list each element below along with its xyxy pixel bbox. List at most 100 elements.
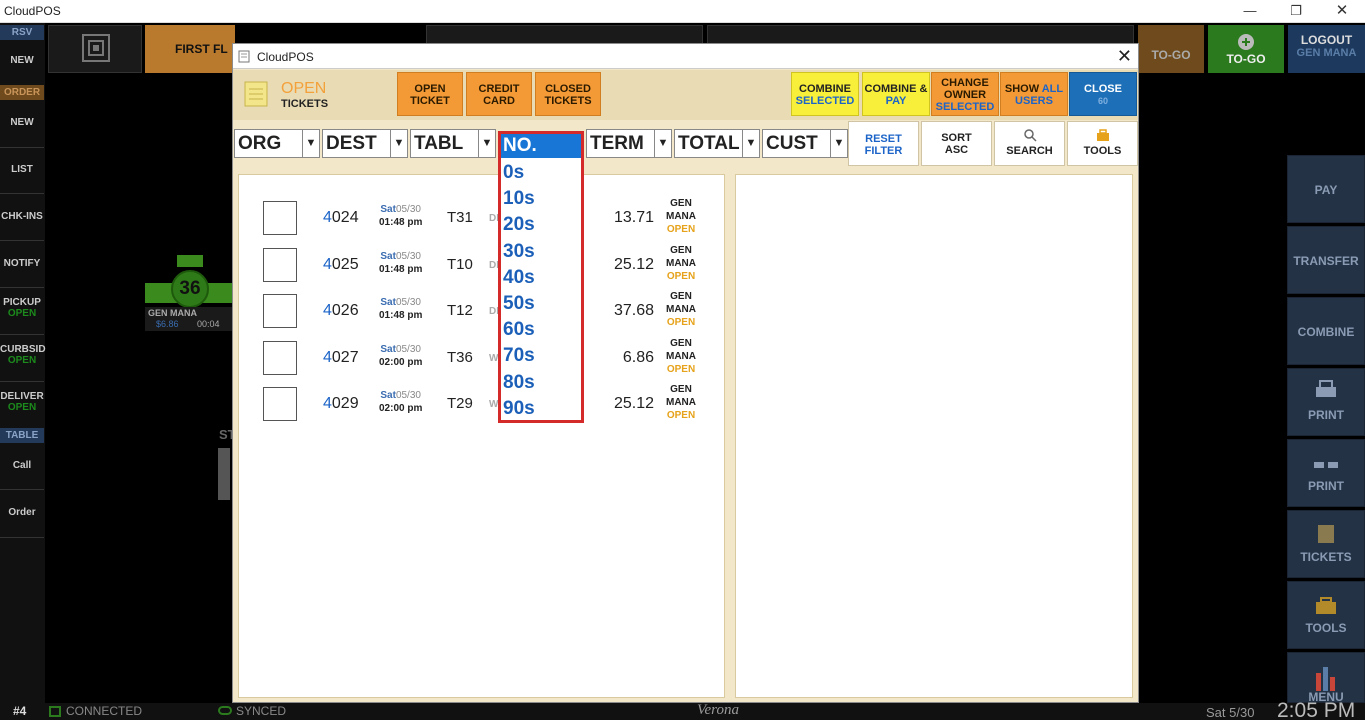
filter-cust-select[interactable]: CUST ▼ [762,129,848,158]
search-button[interactable]: SEARCH [994,121,1065,166]
tickets-button[interactable]: TICKETS [1287,510,1365,578]
floor-plan-button[interactable] [48,25,142,73]
print-all-label: PRINT [1308,479,1344,493]
menu-button[interactable]: MENU [1287,652,1365,703]
dropdown-option[interactable]: 40s [503,267,535,289]
close-icon[interactable]: ✕ [1319,0,1365,23]
ticket-select-checkbox[interactable] [263,247,297,282]
floor-tab[interactable]: FIRST FL [145,25,235,73]
dropdown-selected-option[interactable]: NO. [501,134,581,158]
sidebar-item-list[interactable]: LIST [0,164,44,175]
ticket-select-checkbox[interactable] [263,294,297,328]
chevron-down-icon: ▼ [654,130,671,157]
ticket-table: T36 [447,348,473,366]
btn-line: PAY [885,95,907,107]
sidebar-item-order-new[interactable]: NEW [0,117,44,128]
filter-dest-select[interactable]: DEST ▼ [322,129,408,158]
filter-total-select[interactable]: TOTAL ▼ [674,129,760,158]
dialog-close-icon[interactable]: ✕ [1117,46,1132,67]
minimize-icon[interactable]: — [1227,0,1273,23]
sidebar-item-call[interactable]: Call [0,460,44,471]
floor-plan-icon [82,34,110,62]
filter-org-select[interactable]: ORG ▼ [234,129,320,158]
sidebar-item-pickup[interactable]: PICKUP OPEN [0,297,44,319]
sidebar-item-order[interactable]: Order [0,507,44,518]
pay-button[interactable]: PAY [1287,155,1365,223]
bar-chart-icon [1316,667,1335,691]
ticket-select-checkbox[interactable] [263,201,297,235]
credit-card-button[interactable]: CREDIT CARD [466,72,532,116]
btn-line: OWNER [943,89,987,101]
dropdown-option[interactable]: 10s [503,188,535,210]
sidebar-item-delivery[interactable]: DELIVER OPEN [0,391,44,413]
ticket-date: 05/30 [395,204,421,215]
sync-status: SYNCED [236,704,287,718]
togo-label: TO-GO [1226,52,1266,66]
sort-asc-button[interactable]: SORT ASC [921,121,992,166]
dropdown-option[interactable]: 30s [503,241,535,263]
ticket-day: Sat [380,343,396,355]
ticket-time: 01:48 pm [379,263,423,275]
print-all-button[interactable]: PRINT [1287,439,1365,507]
ticket-date: 05/30 [395,297,421,308]
table-time: 00:04 [197,319,220,329]
togo-button[interactable]: TO-GO [1208,25,1284,73]
ticket-owner: GEN MANA OPEN [663,244,699,283]
table-36-widget[interactable]: 36 GEN MANA $6.86 00:04 [145,255,235,333]
owner-line: GEN [670,337,692,349]
sidebar-item-rsv-new[interactable]: NEW [0,55,44,66]
dropdown-option[interactable]: 70s [503,345,535,367]
logout-button[interactable]: LOGOUT GEN MANA [1288,25,1365,73]
close-dialog-button[interactable]: CLOSE 60 [1069,72,1137,116]
sidebar-item-notify[interactable]: NOTIFY [0,258,44,269]
combine-pay-button[interactable]: COMBINE & PAY [862,72,930,116]
change-owner-button[interactable]: CHANGE OWNER SELECTED [931,72,999,116]
table-row[interactable]: 4026 Sat05/30 01:48 pm T12 DI 37.68 GEN … [239,291,727,340]
closed-tickets-button[interactable]: CLOSED TICKETS [535,72,601,116]
dropdown-option[interactable]: 50s [503,293,535,315]
reset-filter-button[interactable]: RESET FILTER [848,121,919,166]
owner-line: MANA [666,304,696,315]
dropdown-option[interactable]: 90s [503,398,535,420]
table-row[interactable]: 4024 Sat05/30 01:48 pm T31 DI 13.71 GEN … [239,198,727,247]
dropdown-option[interactable]: 60s [503,319,535,341]
table-row[interactable]: 4027 Sat05/30 02:00 pm T36 W 6.86 GEN MA… [239,338,727,387]
toolbox-icon [1316,597,1336,614]
divider [0,381,44,382]
open-ticket-button[interactable]: OPEN TICKET [397,72,463,116]
sidebar-item-curbside[interactable]: CURBSID OPEN [0,344,46,366]
table-row[interactable]: 4029 Sat05/30 02:00 pm T29 W 25.12 GEN M… [239,384,727,433]
print-button[interactable]: PRINT [1287,368,1365,436]
status-time: 2:05 PM [1277,699,1356,720]
tools-button[interactable]: TOOLS [1287,581,1365,649]
divider [0,193,44,194]
ticket-table: T29 [447,395,473,412]
tools-dialog-button[interactable]: TOOLS [1067,121,1138,166]
filter-term-select[interactable]: TERM ▼ [586,129,672,158]
dropdown-option[interactable]: 0s [503,162,524,184]
combine-button[interactable]: COMBINE [1287,297,1365,365]
btn-line: CLOSE [1084,83,1122,95]
dropdown-option[interactable]: 20s [503,214,535,236]
table-info: GEN MANA $6.86 00:04 [145,307,233,331]
table-row[interactable]: 4025 Sat05/30 01:48 pm T10 DI 25.12 GEN … [239,245,727,294]
delivery-status: OPEN [7,402,37,413]
transfer-button[interactable]: TRANSFER [1287,226,1365,294]
combine-selected-button[interactable]: COMBINE SELECTED [791,72,859,116]
ticket-select-checkbox[interactable] [263,340,297,375]
ticket-select-checkbox[interactable] [263,387,297,421]
number-filter-dropdown[interactable]: NO. 0s 10s 20s 30s 40s 50s 60s 70s 80s 90s [498,131,584,423]
btn-line: TICKET [410,95,450,107]
multi-printer-icon [1314,462,1338,468]
filter-tabl-select[interactable]: TABL ▼ [410,129,496,158]
search-label: SEARCH [1006,145,1053,157]
show-all-users-button[interactable]: SHOW ALL USERS [1000,72,1068,116]
curbside-label: CURBSID [0,344,46,355]
ticket-owner: GEN MANA OPEN [663,197,699,236]
sidebar-item-chk-ins[interactable]: CHK-INS [0,211,44,222]
togo-dim-button[interactable]: TO-GO [1138,25,1204,73]
status-badge: OPEN [666,224,696,235]
dropdown-option[interactable]: 80s [503,372,535,394]
ticket-number-rest: 026 [331,302,359,319]
maximize-icon[interactable]: ❐ [1273,0,1319,23]
